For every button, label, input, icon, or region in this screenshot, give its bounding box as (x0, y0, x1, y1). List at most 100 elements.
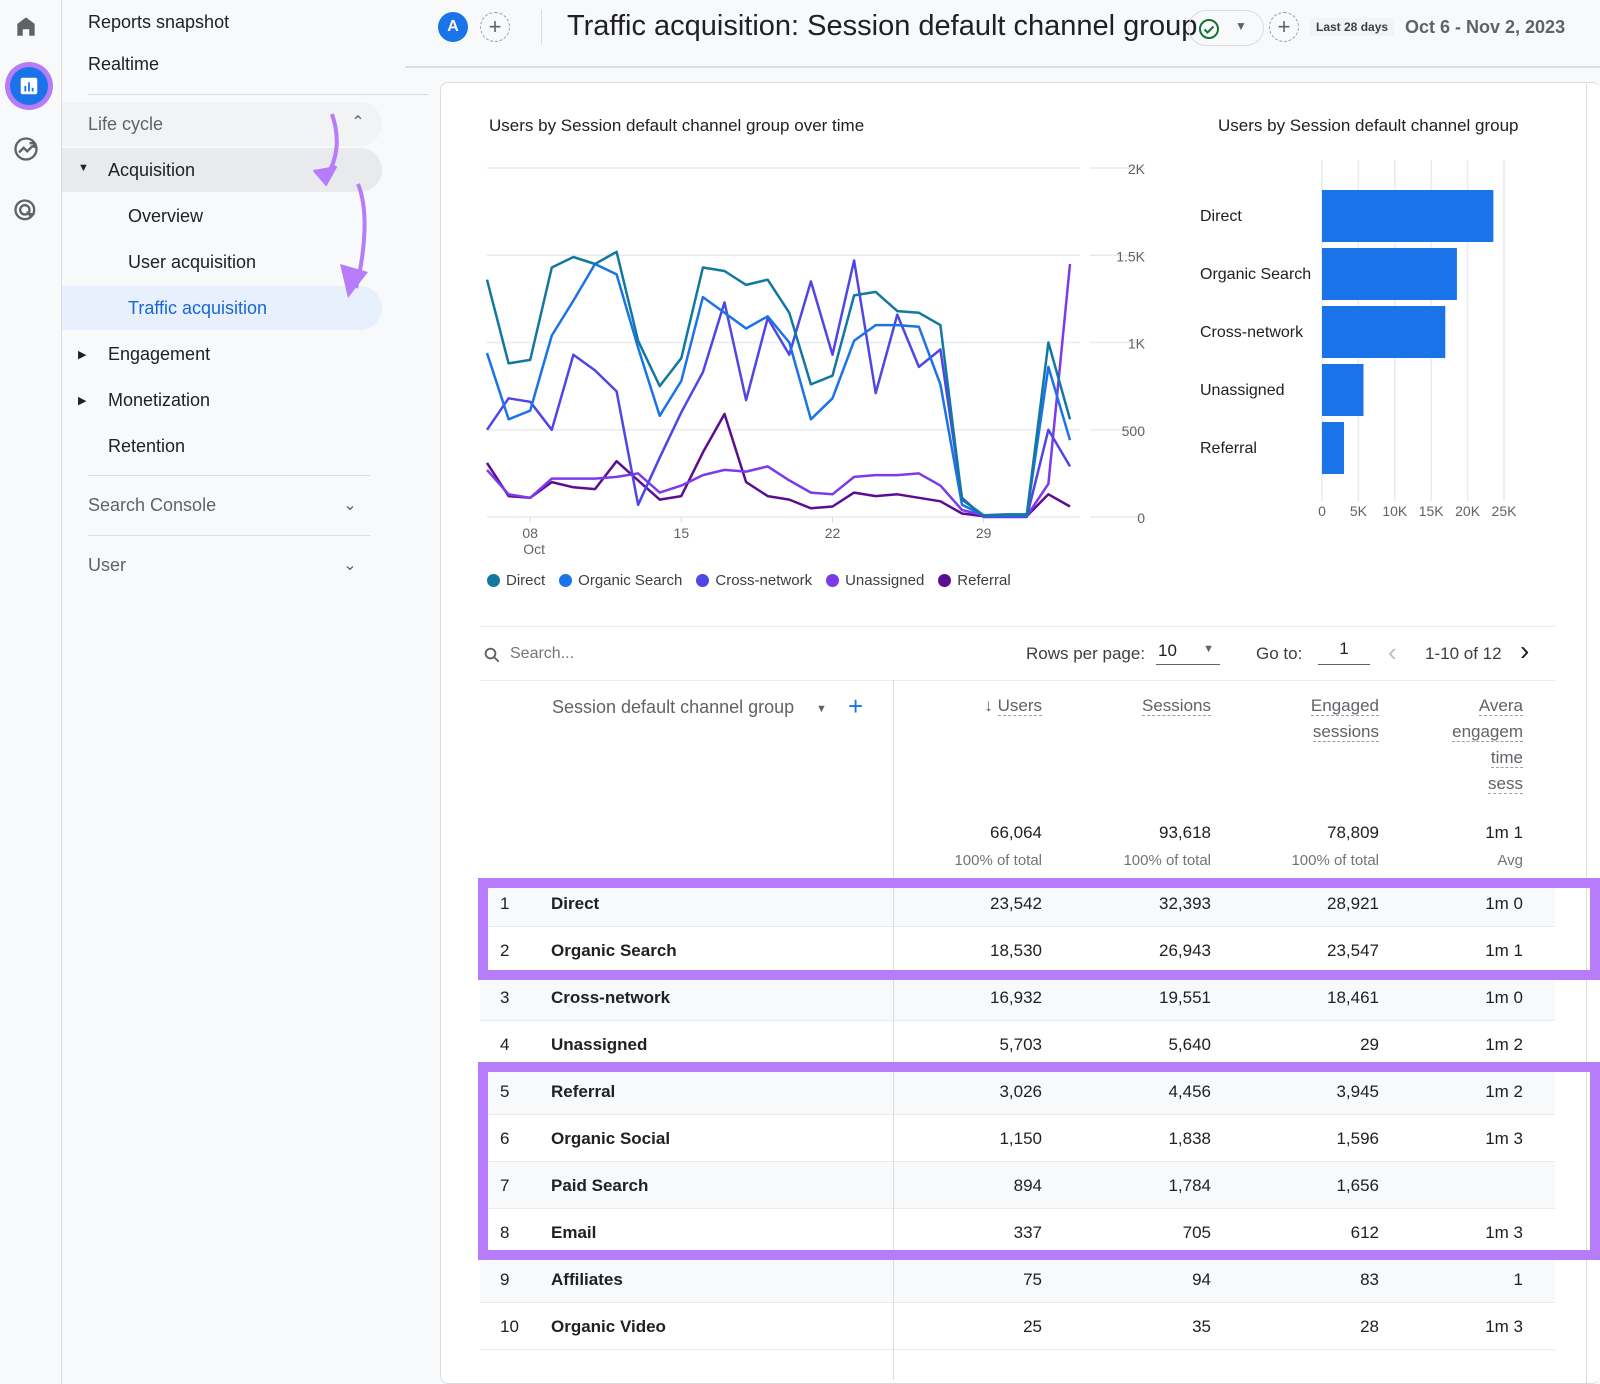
row-channel[interactable]: Organic Video (551, 1303, 881, 1350)
row-avg-engagement (1420, 1162, 1523, 1209)
table-search-input[interactable] (510, 641, 810, 667)
row-users: 18,530 (990, 940, 1042, 960)
column-header-avg-engagement-time[interactable]: Avera engagem time sess (1420, 693, 1523, 797)
bar-category-label: Organic Search (1200, 266, 1311, 283)
row-users: 3,026 (999, 1081, 1042, 1101)
rows-per-page-select[interactable]: 10 ▼ (1156, 639, 1220, 665)
table-row[interactable]: 3 Cross-network 16,932 19,551 18,461 1m 0 (480, 974, 1555, 1021)
bar-referral[interactable] (1322, 422, 1345, 474)
table-row[interactable]: 7 Paid Search 894 1,784 1,656 (480, 1162, 1555, 1209)
bar-direct[interactable] (1322, 190, 1494, 242)
add-dimension-button[interactable]: + (848, 691, 863, 722)
row-channel[interactable]: Referral (551, 1068, 881, 1115)
table-row[interactable]: 9 Affiliates 75 94 83 1 (480, 1256, 1555, 1303)
nav-user[interactable]: User ⌄ (62, 543, 372, 587)
date-range-picker[interactable]: Oct 6 - Nov 2, 2023 (1405, 17, 1565, 38)
nav-search-console[interactable]: Search Console ⌄ (62, 483, 372, 527)
nav-retention[interactable]: Retention (108, 424, 185, 468)
table-row[interactable]: 2 Organic Search 18,530 26,943 23,547 1m 1 (480, 927, 1555, 974)
bar-unassigned[interactable] (1322, 364, 1364, 416)
legend-label: Cross-network (715, 572, 813, 589)
row-engaged-sessions: 1,656 (1336, 1175, 1379, 1195)
column-label: Sessions (1142, 696, 1211, 716)
explore-icon[interactable] (10, 133, 42, 165)
row-channel[interactable]: Unassigned (551, 1021, 881, 1068)
advertising-icon[interactable] (10, 195, 42, 227)
search-icon (484, 647, 500, 663)
x-tick-label: 08 (522, 525, 538, 541)
add-comparison-button[interactable]: + (480, 12, 510, 42)
scrollbar-track[interactable] (1586, 84, 1587, 1384)
legend-item[interactable]: Unassigned (826, 572, 924, 589)
nav-reports-snapshot[interactable]: Reports snapshot (62, 0, 229, 44)
row-rank: 2 (500, 940, 510, 960)
row-users: 23,542 (990, 893, 1042, 913)
dimension-header[interactable]: Session default channel group (552, 697, 794, 718)
table-row[interactable]: 4 Unassigned 5,703 5,640 29 1m 2 (480, 1021, 1555, 1068)
next-page-button[interactable]: › (1520, 635, 1529, 667)
caret-right-icon: ▶ (78, 349, 87, 361)
table-row[interactable]: 5 Referral 3,026 4,456 3,945 1m 2 (480, 1068, 1555, 1115)
row-channel[interactable]: Email (551, 1209, 881, 1256)
nav-monetization[interactable]: ▶ Monetization (62, 378, 382, 422)
row-channel[interactable]: Paid Search (551, 1162, 881, 1209)
table-row[interactable]: 10 Organic Video 25 35 28 1m 3 (480, 1303, 1555, 1350)
caret-right-icon: ▶ (78, 395, 87, 407)
total-engaged-sub: 100% of total (1291, 852, 1379, 869)
column-header-engaged-sessions[interactable]: Engaged sessions (1240, 693, 1379, 745)
bar-category-label: Cross-network (1200, 324, 1304, 341)
total-users: 66,064 (990, 823, 1042, 842)
row-rank: 4 (500, 1034, 510, 1054)
nav-label: User acquisition (128, 251, 257, 272)
row-avg-engagement: 1m 2 (1485, 1034, 1523, 1054)
dimension-dropdown-icon[interactable]: ▼ (816, 703, 827, 715)
column-header-sessions[interactable]: Sessions (1080, 693, 1211, 719)
column-label: Users (997, 696, 1042, 716)
column-divider (893, 680, 894, 1380)
row-channel[interactable]: Affiliates (551, 1256, 881, 1303)
previous-page-button[interactable]: ‹ (1388, 637, 1397, 668)
report-status-dropdown[interactable]: ▼ (1188, 10, 1264, 46)
row-sessions: 1,838 (1168, 1128, 1211, 1148)
row-channel[interactable]: Direct (551, 880, 881, 927)
table-row[interactable]: 1 Direct 23,542 32,393 28,921 1m 0 (480, 880, 1555, 927)
bar-chart: 0 5K 10K 15K 20K 25K Direct Organic Search Cross… (1200, 160, 1517, 519)
y-tick-label: 1.5K (1116, 248, 1145, 264)
x-tick-label: 0 (1318, 503, 1326, 519)
row-channel[interactable]: Cross-network (551, 974, 881, 1021)
sort-arrow-down-icon: ↓ (984, 696, 993, 715)
row-avg-engagement: 1m 0 (1485, 893, 1523, 913)
bar-organic-search[interactable] (1322, 248, 1457, 300)
bar-cross-network[interactable] (1322, 306, 1446, 358)
caret-down-icon: ▼ (78, 162, 89, 174)
line-chart-title: Users by Session default channel group o… (489, 116, 865, 135)
row-channel[interactable]: Organic Search (551, 927, 881, 974)
date-preset-label[interactable]: Last 28 days (1310, 18, 1395, 36)
data-table: Session default channel group ▼ + ↓ User… (480, 680, 1555, 1384)
add-filter-button[interactable]: + (1269, 12, 1299, 42)
nav-engagement[interactable]: ▶ Engagement (62, 332, 382, 376)
legend-dot-icon (487, 574, 500, 587)
reports-icon[interactable] (10, 67, 48, 105)
nav-overview[interactable]: Overview (128, 194, 203, 238)
comparison-avatar[interactable]: A (438, 12, 468, 42)
nav-label: Monetization (108, 389, 211, 410)
series-line-direct[interactable] (485, 250, 1072, 517)
legend-label: Referral (957, 572, 1011, 589)
row-channel[interactable]: Organic Social (551, 1115, 881, 1162)
legend-item[interactable]: Direct (487, 572, 545, 589)
table-row[interactable]: 6 Organic Social 1,150 1,838 1,596 1m 3 (480, 1115, 1555, 1162)
nav-label: Retention (108, 435, 186, 456)
table-row[interactable]: 8 Email 337 705 612 1m 3 (480, 1209, 1555, 1256)
legend-item[interactable]: Cross-network (696, 572, 812, 589)
goto-page-input[interactable]: 1 (1318, 639, 1370, 665)
column-header-users[interactable]: ↓ Users (920, 693, 1042, 719)
legend-dot-icon (826, 574, 840, 587)
legend-item[interactable]: Organic Search (559, 572, 682, 589)
legend-item[interactable]: Referral (938, 572, 1011, 589)
home-icon[interactable] (10, 10, 42, 42)
row-sessions: 705 (1182, 1222, 1211, 1242)
nav-user-acquisition[interactable]: User acquisition (128, 240, 256, 284)
nav-realtime[interactable]: Realtime (62, 42, 159, 86)
series-line-unassigned[interactable] (486, 263, 1072, 518)
